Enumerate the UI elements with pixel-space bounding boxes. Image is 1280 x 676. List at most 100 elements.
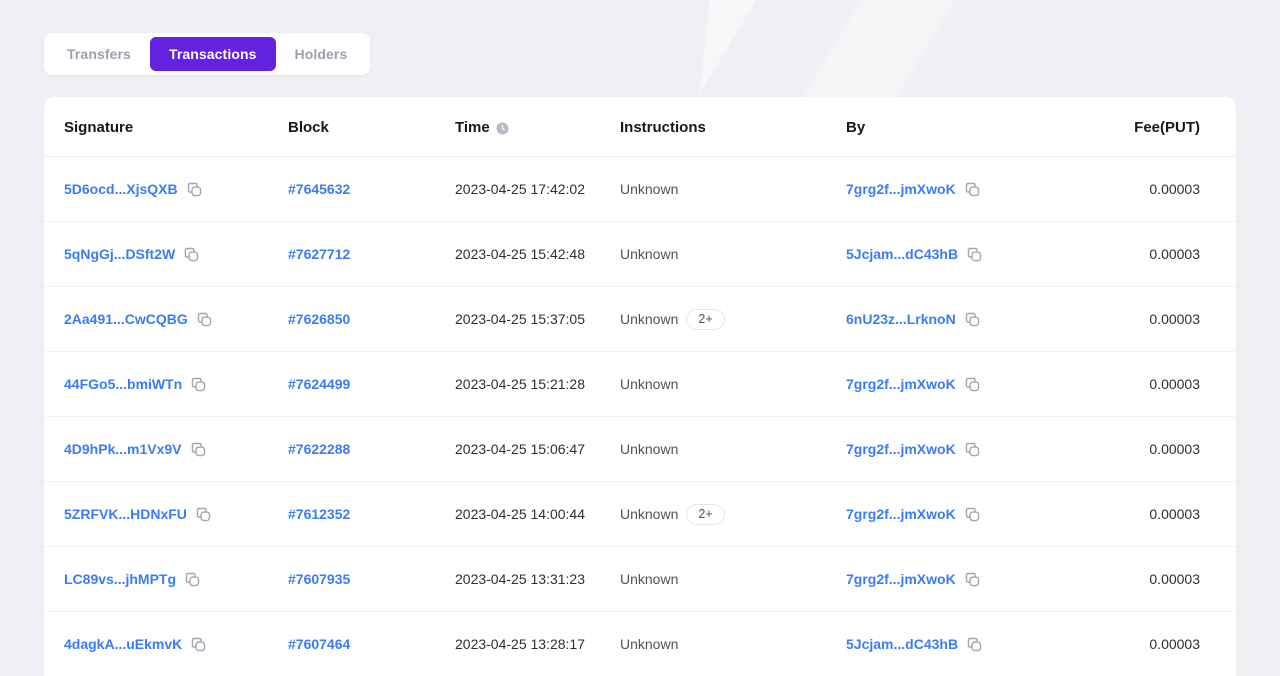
by-cell: 6nU23z...LrknoN (846, 311, 1120, 328)
block-cell: #7622288 (288, 441, 455, 457)
instruction-type: Unknown (620, 506, 679, 522)
tab-transactions[interactable]: Transactions (149, 37, 276, 71)
by-cell: 7grg2f...jmXwoK (846, 571, 1120, 588)
fee-cell: 0.00003 (1120, 181, 1200, 197)
copy-icon[interactable] (964, 311, 981, 328)
time-cell: 2023-04-25 15:06:47 (455, 441, 620, 457)
copy-icon[interactable] (183, 246, 200, 263)
by-cell: 7grg2f...jmXwoK (846, 376, 1120, 393)
signature-cell: 4D9hPk...m1Vx9V (64, 441, 288, 458)
by-address-link[interactable]: 5Jcjam...dC43hB (846, 246, 958, 262)
by-address-link[interactable]: 7grg2f...jmXwoK (846, 441, 956, 457)
block-link[interactable]: #7622288 (288, 441, 350, 457)
fee-value: 0.00003 (1149, 441, 1200, 457)
clock-icon[interactable] (496, 122, 509, 135)
instructions-badge[interactable]: 2+ (686, 308, 725, 330)
instructions-badge[interactable]: 2+ (686, 503, 725, 525)
block-link[interactable]: #7624499 (288, 376, 350, 392)
copy-icon[interactable] (195, 506, 212, 523)
copy-icon[interactable] (964, 376, 981, 393)
time-cell: 2023-04-25 13:28:17 (455, 636, 620, 652)
block-link[interactable]: #7627712 (288, 246, 350, 262)
time-value: 2023-04-25 15:21:28 (455, 376, 585, 392)
fee-cell: 0.00003 (1120, 441, 1200, 457)
signature-link[interactable]: 5qNgGj...DSft2W (64, 246, 175, 262)
instructions-cell: Unknown 2+ (620, 308, 846, 330)
instruction-type: Unknown (620, 441, 679, 457)
by-address-link[interactable]: 7grg2f...jmXwoK (846, 506, 956, 522)
copy-icon[interactable] (964, 506, 981, 523)
tab-bar: Transfers Transactions Holders (44, 33, 371, 75)
table-body: 5D6ocd...XjsQXB #7645632 2023-04-25 17:4… (44, 157, 1236, 676)
time-value: 2023-04-25 13:31:23 (455, 571, 585, 587)
copy-icon[interactable] (190, 376, 207, 393)
copy-icon[interactable] (964, 181, 981, 198)
instruction-type: Unknown (620, 246, 679, 262)
fee-value: 0.00003 (1149, 571, 1200, 587)
signature-cell: LC89vs...jhMPTg (64, 571, 288, 588)
copy-icon[interactable] (966, 246, 983, 263)
instructions-cell: Unknown (620, 441, 846, 457)
instruction-type: Unknown (620, 181, 679, 197)
copy-icon[interactable] (196, 311, 213, 328)
instruction-type: Unknown (620, 376, 679, 392)
fee-cell: 0.00003 (1120, 376, 1200, 392)
by-address-link[interactable]: 7grg2f...jmXwoK (846, 571, 956, 587)
time-value: 2023-04-25 15:06:47 (455, 441, 585, 457)
by-address-link[interactable]: 6nU23z...LrknoN (846, 311, 956, 327)
signature-link[interactable]: 5ZRFVK...HDNxFU (64, 506, 187, 522)
time-value: 2023-04-25 14:00:44 (455, 506, 585, 522)
instructions-cell: Unknown (620, 376, 846, 392)
block-cell: #7607464 (288, 636, 455, 652)
copy-icon[interactable] (190, 636, 207, 653)
copy-icon[interactable] (964, 571, 981, 588)
column-header-instructions: Instructions (620, 119, 706, 136)
block-link[interactable]: #7607464 (288, 636, 350, 652)
tab-transfers[interactable]: Transfers (48, 37, 150, 71)
block-cell: #7624499 (288, 376, 455, 392)
instructions-cell: Unknown (620, 181, 846, 197)
fee-cell: 0.00003 (1120, 311, 1200, 327)
block-link[interactable]: #7626850 (288, 311, 350, 327)
copy-icon[interactable] (186, 181, 203, 198)
block-link[interactable]: #7607935 (288, 571, 350, 587)
time-value: 2023-04-25 17:42:02 (455, 181, 585, 197)
copy-icon[interactable] (184, 571, 201, 588)
fee-value: 0.00003 (1149, 311, 1200, 327)
fee-value: 0.00003 (1149, 636, 1200, 652)
time-value: 2023-04-25 15:37:05 (455, 311, 585, 327)
by-cell: 7grg2f...jmXwoK (846, 506, 1120, 523)
block-link[interactable]: #7612352 (288, 506, 350, 522)
by-cell: 5Jcjam...dC43hB (846, 636, 1120, 653)
block-cell: #7607935 (288, 571, 455, 587)
fee-cell: 0.00003 (1120, 246, 1200, 262)
tab-holders[interactable]: Holders (276, 37, 367, 71)
transactions-table-card: Signature Block Time Instructions By Fee… (44, 97, 1236, 676)
fee-value: 0.00003 (1149, 376, 1200, 392)
column-header-fee: Fee(PUT) (1134, 119, 1200, 136)
block-cell: #7645632 (288, 181, 455, 197)
block-cell: #7627712 (288, 246, 455, 262)
by-address-link[interactable]: 5Jcjam...dC43hB (846, 636, 958, 652)
by-address-link[interactable]: 7grg2f...jmXwoK (846, 376, 956, 392)
by-address-link[interactable]: 7grg2f...jmXwoK (846, 181, 956, 197)
fee-cell: 0.00003 (1120, 636, 1200, 652)
signature-link[interactable]: LC89vs...jhMPTg (64, 571, 176, 587)
block-link[interactable]: #7645632 (288, 181, 350, 197)
token-explorer-page: Transfers Transactions Holders Signature… (0, 0, 1280, 676)
signature-link[interactable]: 44FGo5...bmiWTn (64, 376, 182, 392)
signature-link[interactable]: 4dagkA...uEkmvK (64, 636, 182, 652)
column-header-by: By (846, 119, 866, 136)
time-value: 2023-04-25 13:28:17 (455, 636, 585, 652)
table-row: 4D9hPk...m1Vx9V #7622288 2023-04-25 15:0… (44, 417, 1236, 482)
signature-link[interactable]: 4D9hPk...m1Vx9V (64, 441, 182, 457)
table-row: 5qNgGj...DSft2W #7627712 2023-04-25 15:4… (44, 222, 1236, 287)
copy-icon[interactable] (190, 441, 207, 458)
instructions-cell: Unknown (620, 636, 846, 652)
copy-icon[interactable] (964, 441, 981, 458)
signature-link[interactable]: 2Aa491...CwCQBG (64, 311, 188, 327)
signature-link[interactable]: 5D6ocd...XjsQXB (64, 181, 178, 197)
copy-icon[interactable] (966, 636, 983, 653)
time-cell: 2023-04-25 13:31:23 (455, 571, 620, 587)
fee-cell: 0.00003 (1120, 506, 1200, 522)
